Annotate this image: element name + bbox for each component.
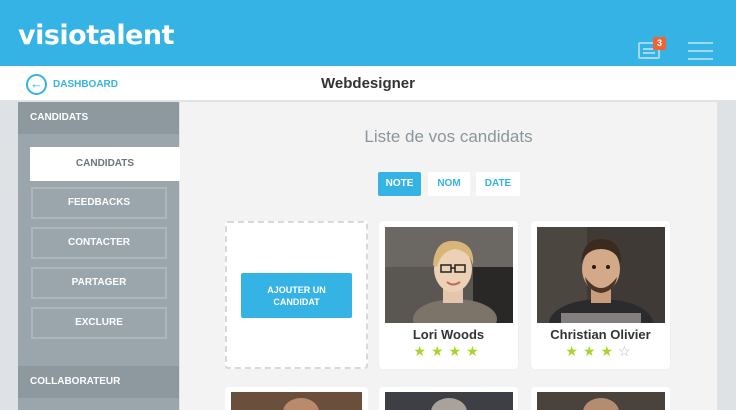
sidebar-item-candidats[interactable]: CANDIDATS [30, 147, 180, 181]
scrollbar-track[interactable] [717, 102, 736, 410]
candidate-name: Christian Olivier [550, 327, 651, 342]
add-candidate-card: AJOUTER UN CANDIDAT [225, 221, 368, 369]
star-icon: ★ [466, 343, 484, 359]
rating-stars: ★★★★ [379, 343, 518, 360]
star-icon: ★ [565, 343, 583, 359]
star-icon: ★ [600, 343, 619, 359]
star-icon: ★ [430, 343, 449, 359]
sidebar-item-partager[interactable]: PARTAGER [31, 267, 167, 299]
candidate-photo [537, 227, 665, 323]
star-icon: ★ [582, 343, 601, 359]
sort-nom-button[interactable]: NOM [428, 172, 470, 196]
candidate-photo [537, 392, 665, 410]
candidate-photo [231, 392, 362, 410]
menu-icon[interactable] [688, 42, 713, 60]
sidebar-item-exclure[interactable]: EXCLURE [31, 307, 167, 339]
sidebar-section-collaborateur[interactable]: COLLABORATEUR [18, 366, 179, 398]
rating-stars: ★★★☆ [531, 343, 670, 360]
add-candidate-button[interactable]: AJOUTER UN CANDIDAT [241, 273, 352, 318]
candidate-card[interactable]: Christian Olivier ★★★☆ [531, 221, 670, 369]
sidebar: CANDIDATS CANDIDATS FEEDBACKS CONTACTER … [18, 102, 180, 410]
star-empty-icon: ☆ [618, 343, 636, 359]
main-content: Liste de vos candidats NOTE NOM DATE AJO… [180, 102, 717, 410]
list-title: Liste de vos candidats [364, 127, 533, 146]
page-title: Webdesigner [321, 75, 415, 92]
sub-header: ← DASHBOARD Webdesigner [0, 66, 736, 101]
app-logo[interactable]: visiotalent [18, 20, 175, 51]
sidebar-item-feedbacks[interactable]: FEEDBACKS [31, 187, 167, 219]
candidate-card[interactable] [379, 387, 518, 410]
top-bar: visiotalent 3 [0, 0, 736, 66]
star-icon: ★ [448, 343, 467, 359]
candidate-card[interactable]: Lori Woods ★★★★ [379, 221, 518, 369]
star-icon: ★ [413, 343, 431, 359]
sidebar-section-title: CANDIDATS [18, 102, 179, 134]
candidate-name: Lori Woods [412, 327, 485, 342]
sidebar-item-contacter[interactable]: CONTACTER [31, 227, 167, 259]
candidate-photo [385, 227, 513, 323]
notification-badge[interactable]: 3 [653, 37, 666, 50]
candidate-card[interactable] [531, 387, 670, 410]
sort-date-button[interactable]: DATE [476, 172, 520, 196]
candidate-photo [385, 392, 513, 410]
candidate-card[interactable] [225, 387, 368, 410]
sort-note-button[interactable]: NOTE [378, 172, 421, 196]
